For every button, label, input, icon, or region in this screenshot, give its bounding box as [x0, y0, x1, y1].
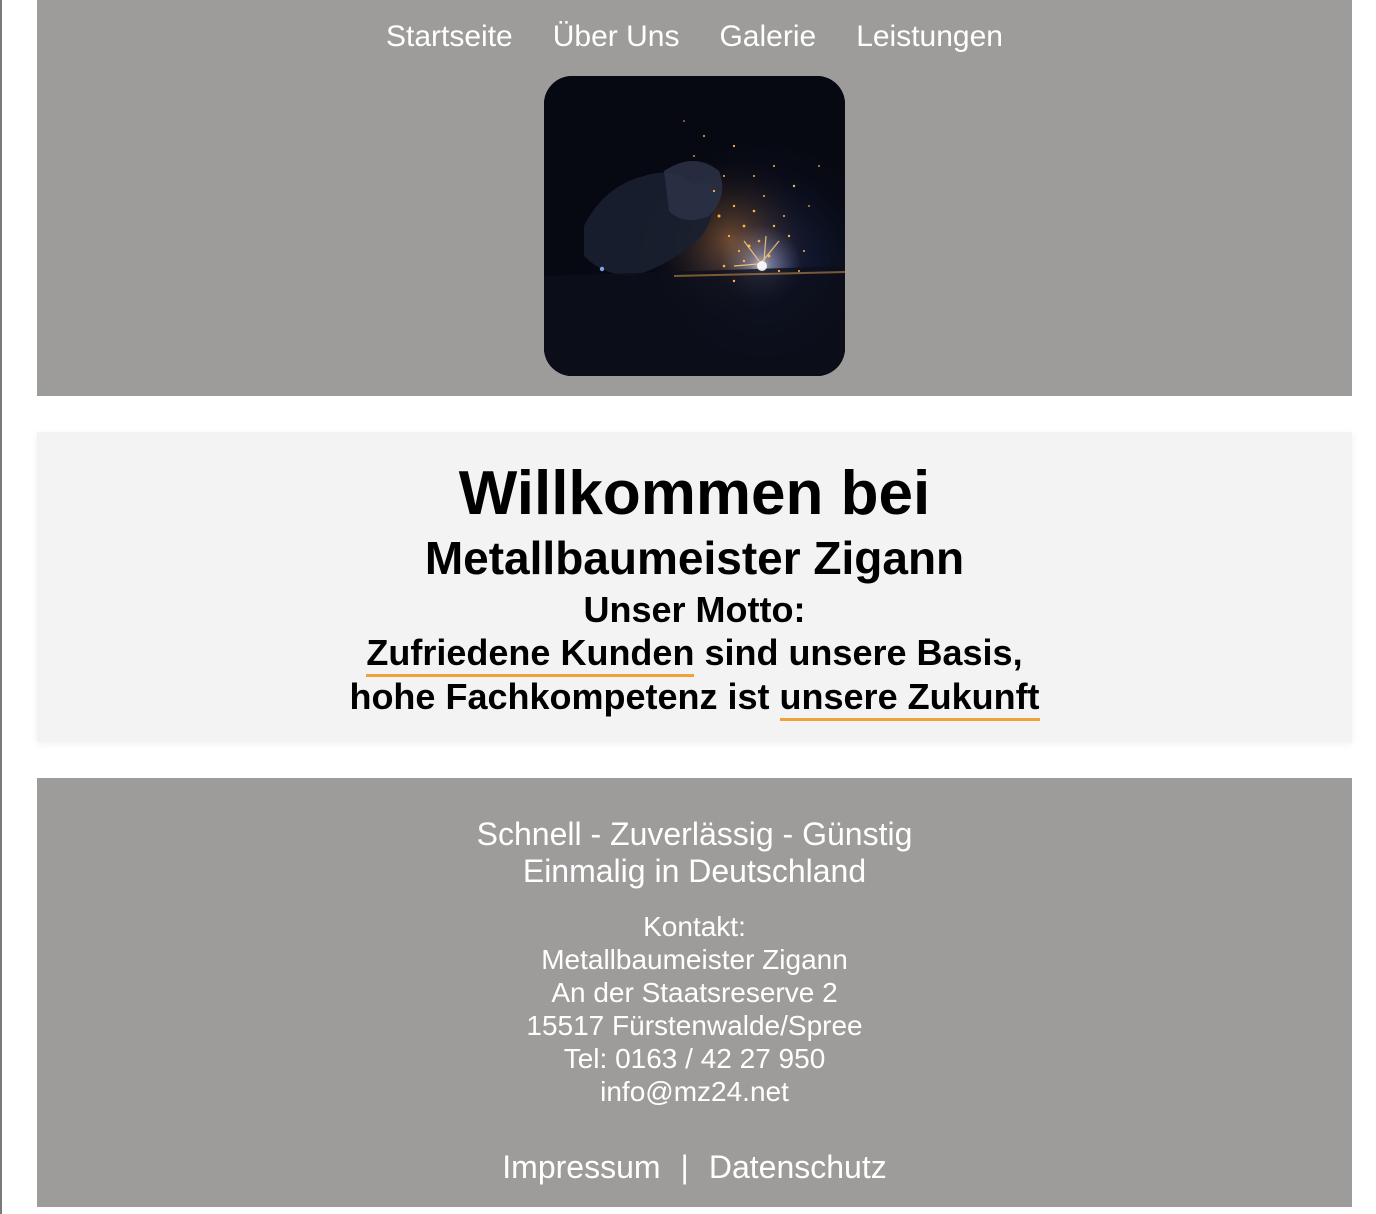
nav-link-leistungen[interactable]: Leistungen — [856, 18, 1003, 56]
nav-link-startseite[interactable]: Startseite — [386, 18, 513, 56]
company-name-heading: Metallbaumeister Zigann — [424, 532, 965, 584]
hero-welder-image — [544, 76, 845, 376]
motto-line-2-start: hohe Fachkompetenz ist — [349, 676, 780, 717]
site-footer: Schnell - Zuverlässig - Günstig Einmalig… — [37, 778, 1352, 1207]
datenschutz-link[interactable]: Datenschutz — [709, 1149, 887, 1185]
motto-highlight-future: unsere Zukunft — [779, 676, 1040, 721]
slogan-line-1: Schnell - Zuverlässig - Günstig — [476, 816, 913, 852]
motto-label: Unser Motto: — [583, 589, 806, 630]
welcome-section: Willkommen bei Metallbaumeister Zigann U… — [37, 432, 1352, 742]
contact-city: 15517 Fürstenwalde/Spree — [526, 1010, 863, 1041]
footer-slogan: Schnell - Zuverlässig - Günstig Einmalig… — [37, 816, 1352, 890]
welder-sparks-photo — [544, 76, 845, 376]
footer-link-separator: | — [680, 1149, 689, 1185]
nav-link-galerie[interactable]: Galerie — [719, 18, 816, 56]
contact-email: info@mz24.net — [600, 1076, 789, 1107]
contact-street: An der Staatsreserve 2 — [551, 977, 838, 1008]
footer-links: Impressum | Datenschutz — [37, 1148, 1352, 1186]
site-header: Startseite Über Uns Galerie Leistungen — [37, 0, 1352, 396]
motto-line-1-rest: sind unsere Basis, — [694, 632, 1023, 673]
contact-block: Kontakt: Metallbaumeister Zigann An der … — [37, 910, 1352, 1108]
page-left-border — [0, 0, 2, 1214]
impressum-link[interactable]: Impressum — [502, 1149, 660, 1185]
nav-link-ueber-uns[interactable]: Über Uns — [553, 18, 680, 56]
contact-name: Metallbaumeister Zigann — [541, 944, 848, 975]
contact-label: Kontakt: — [643, 911, 746, 942]
motto-line-2: hohe Fachkompetenz ist unsere Zukunft — [37, 675, 1352, 721]
contact-phone: Tel: 0163 / 42 27 950 — [563, 1043, 826, 1074]
motto-line-1: Zufriedene Kunden sind unsere Basis, — [37, 631, 1352, 677]
slogan-line-2: Einmalig in Deutschland — [522, 853, 867, 889]
main-navigation: Startseite Über Uns Galerie Leistungen — [37, 18, 1352, 56]
motto-highlight-customers: Zufriedene Kunden — [366, 632, 695, 677]
welcome-title: Willkommen bei — [458, 459, 931, 528]
